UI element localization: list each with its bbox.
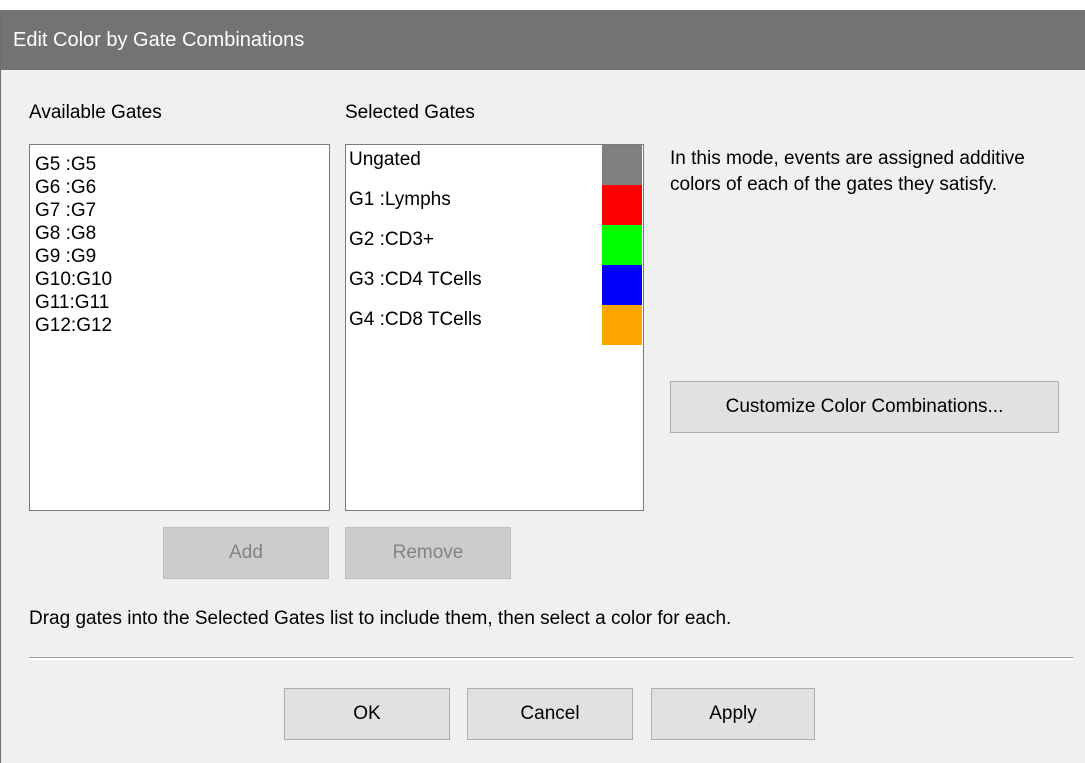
separator (29, 657, 1073, 660)
selected-gate-row[interactable]: G3 :CD4 TCells (346, 265, 642, 305)
color-swatch[interactable] (602, 305, 642, 345)
available-gate-item[interactable]: G10:G10 (35, 268, 112, 291)
add-button[interactable]: Add (163, 527, 329, 579)
selected-gate-row[interactable]: G1 :Lymphs (346, 185, 642, 225)
color-swatch[interactable] (602, 145, 642, 185)
available-gates-label: Available Gates (29, 102, 162, 123)
available-gate-item[interactable]: G9 :G9 (35, 245, 96, 268)
available-gate-item[interactable]: G5 :G5 (35, 153, 96, 176)
selected-gate-label: G3 :CD4 TCells (349, 269, 482, 290)
selected-gate-label: Ungated (349, 149, 421, 170)
selected-gates-label: Selected Gates (345, 102, 475, 123)
color-swatch[interactable] (602, 185, 642, 225)
available-gate-item[interactable]: G12:G12 (35, 314, 112, 337)
selected-gate-row[interactable]: G4 :CD8 TCells (346, 305, 642, 345)
selected-gates-list[interactable]: Ungated G1 :Lymphs G2 :CD3+ G3 :CD4 TCel… (345, 144, 644, 511)
available-gate-item[interactable]: G7 :G7 (35, 199, 96, 222)
selected-gate-label: G2 :CD3+ (349, 229, 435, 250)
selected-gate-row[interactable]: G2 :CD3+ (346, 225, 642, 265)
color-swatch[interactable] (602, 225, 642, 265)
edit-color-dialog: Edit Color by Gate Combinations Availabl… (0, 10, 1085, 763)
mode-description: In this mode, events are assigned additi… (670, 148, 1025, 195)
cancel-button[interactable]: Cancel (467, 688, 633, 740)
ok-button[interactable]: OK (284, 688, 450, 740)
color-swatch[interactable] (602, 265, 642, 305)
available-gates-list[interactable]: G5 :G5 G6 :G6 G7 :G7 G8 :G8 G9 :G9 G10:G… (29, 144, 330, 511)
selected-gate-label: G1 :Lymphs (349, 189, 451, 210)
available-gate-item[interactable]: G11:G11 (35, 291, 109, 314)
dialog-title: Edit Color by Gate Combinations (1, 10, 1085, 70)
remove-button[interactable]: Remove (345, 527, 511, 579)
drag-hint-text: Drag gates into the Selected Gates list … (29, 608, 732, 629)
available-gate-item[interactable]: G8 :G8 (35, 222, 96, 245)
apply-button[interactable]: Apply (651, 688, 815, 740)
available-gate-item[interactable]: G6 :G6 (35, 176, 96, 199)
selected-gate-label: G4 :CD8 TCells (349, 309, 482, 330)
customize-color-combinations-button[interactable]: Customize Color Combinations... (670, 381, 1059, 433)
selected-gate-row[interactable]: Ungated (346, 145, 642, 185)
